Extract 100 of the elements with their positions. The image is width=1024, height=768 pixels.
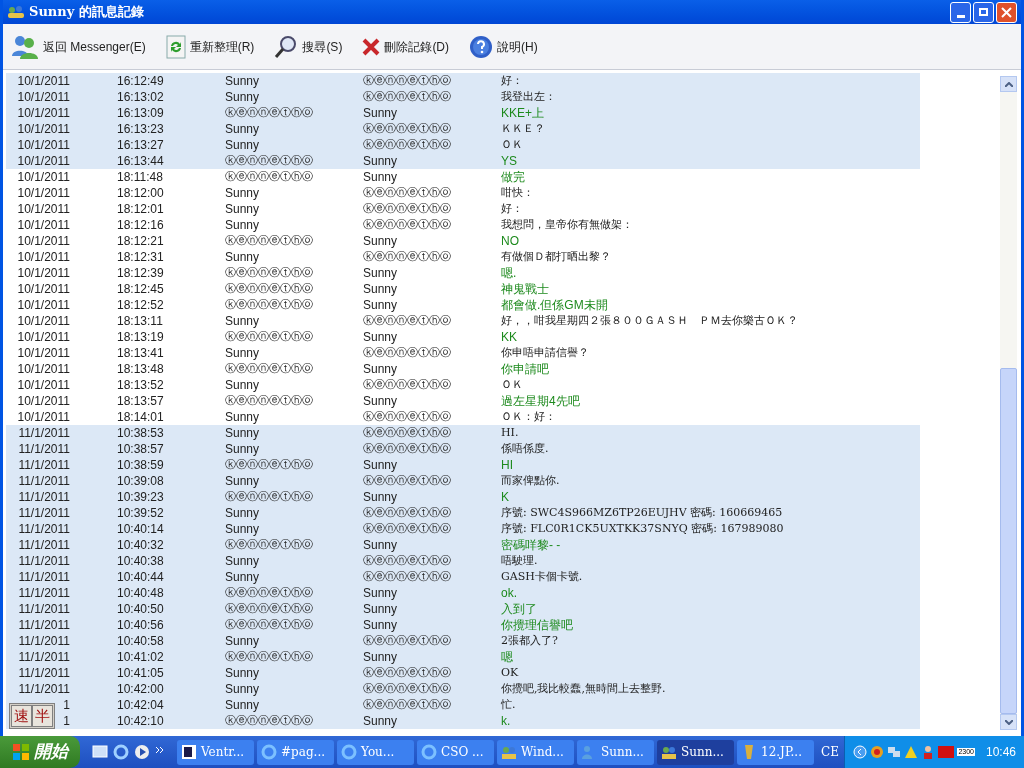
message-text: 我登出左： xyxy=(501,89,556,105)
table-cell-text: Sunny xyxy=(225,409,261,425)
table-cell: 11/1/2011 xyxy=(18,442,70,456)
message-text: 忙. xyxy=(501,697,516,713)
table-cell-text: 18:13:57 xyxy=(117,393,165,409)
table-cell-text: ⓚⓔⓝⓝⓔⓣⓗⓞ xyxy=(363,89,452,105)
desktop-icon[interactable] xyxy=(92,744,108,760)
message-text: YS xyxy=(501,153,517,169)
message-text: ＯＫ xyxy=(501,377,523,393)
table-cell: 10/1/2011 xyxy=(17,330,70,344)
message-text: 過左星期4先吧 xyxy=(501,393,580,409)
message-text: ＯＫ：好： xyxy=(501,409,556,425)
people-icon xyxy=(11,33,39,60)
table-cell: 10/1/2011 xyxy=(17,282,70,296)
table-cell-text: ⓚⓔⓝⓝⓔⓣⓗⓞ xyxy=(363,201,452,217)
minimize-button[interactable] xyxy=(950,1,971,23)
taskbar-button[interactable]: You... xyxy=(337,739,414,765)
table-cell: 10/1/2011 xyxy=(17,362,70,376)
table-cell: 10/1/2011 xyxy=(17,314,70,328)
table-cell-text: ⓚⓔⓝⓝⓔⓣⓗⓞ xyxy=(363,185,452,201)
table-cell-text: 18:13:41 xyxy=(117,345,165,361)
table-cell-text: 10:40:48 xyxy=(117,585,165,601)
toolbar-button[interactable]: 搜尋(S) xyxy=(274,29,343,64)
table-cell: 1 xyxy=(63,714,70,728)
table-cell: 10/1/2011 xyxy=(17,106,70,120)
message-text: 你攪吧,我比較蠢,無時間上去整野. xyxy=(501,681,666,697)
table-cell-text: Sunny xyxy=(225,697,261,713)
scroll-up-button[interactable] xyxy=(1000,76,1017,92)
table-cell-text: Sunny xyxy=(225,473,261,489)
scrollbar[interactable] xyxy=(1000,76,1017,730)
toolbar-button[interactable]: 說明(H) xyxy=(469,29,538,64)
shield-icon[interactable] xyxy=(870,745,885,759)
table-cell-text: Sunny xyxy=(363,153,399,169)
table-cell-text: ⓚⓔⓝⓝⓔⓣⓗⓞ xyxy=(363,441,452,457)
message-text: 序號: SWC4S966MZ6TP26EUJHV 密碼: 160669465 xyxy=(501,505,783,521)
table-cell-text: Sunny xyxy=(225,137,261,153)
close-button[interactable] xyxy=(996,1,1017,23)
table-cell-text: Sunny xyxy=(363,361,399,377)
scroll-thumb[interactable] xyxy=(1000,368,1017,714)
table-cell-text: Sunny xyxy=(363,329,399,345)
table-cell-text: ⓚⓔⓝⓝⓔⓣⓗⓞ xyxy=(225,281,314,297)
table-cell-text: Sunny xyxy=(225,185,261,201)
table-cell-text: 10:40:38 xyxy=(117,553,165,569)
taskbar-button[interactable]: 12.JP... xyxy=(737,739,814,765)
restore-button[interactable] xyxy=(973,1,994,23)
toolbar-button[interactable]: 返回 Messenger(E) xyxy=(11,29,146,64)
message-text: 唔駛理. xyxy=(501,553,538,569)
messenger-icon xyxy=(661,744,677,760)
table-cell-text: 16:13:44 xyxy=(117,153,165,169)
ime-button[interactable]: 半 xyxy=(32,705,53,727)
table-cell-text: ⓚⓔⓝⓝⓔⓣⓗⓞ xyxy=(363,633,452,649)
table-cell: 11/1/2011 xyxy=(18,522,70,536)
table-cell-text: ⓚⓔⓝⓝⓔⓣⓗⓞ xyxy=(225,265,314,281)
browser-icon[interactable] xyxy=(113,744,129,760)
table-cell: 11/1/2011 xyxy=(18,458,70,472)
table-cell-text: 18:12:45 xyxy=(117,281,165,297)
table-cell: 11/1/2011 xyxy=(18,490,70,504)
table-cell-text: ⓚⓔⓝⓝⓔⓣⓗⓞ xyxy=(225,537,314,553)
table-cell-text: 10:41:02 xyxy=(117,649,165,665)
table-cell: 10/1/2011 xyxy=(17,122,70,136)
chevron-icon[interactable] xyxy=(853,745,868,759)
app-icon xyxy=(181,744,197,760)
table-cell-text: 18:12:31 xyxy=(117,249,165,265)
table-cell-text: Sunny xyxy=(225,249,261,265)
taskbar-button[interactable]: #pag... xyxy=(257,739,334,765)
table-cell-text: 10:39:52 xyxy=(117,505,165,521)
table-cell-text: Sunny xyxy=(363,105,399,121)
table-cell-text: Sunny xyxy=(225,505,261,521)
table-cell: 10/1/2011 xyxy=(17,186,70,200)
warning-icon[interactable] xyxy=(904,745,919,759)
table-cell-text: ⓚⓔⓝⓝⓔⓣⓗⓞ xyxy=(225,601,314,617)
network-icon[interactable] xyxy=(887,745,902,759)
message-text: 我想問，皇帝你有無做架： xyxy=(501,217,633,233)
browser-icon xyxy=(261,744,277,760)
taskbar-button[interactable]: Wind... xyxy=(497,739,574,765)
scroll-down-button[interactable] xyxy=(1000,714,1017,730)
table-cell: 10/1/2011 xyxy=(17,138,70,152)
table-cell-text: Sunny xyxy=(225,201,261,217)
language-indicator[interactable]: CE xyxy=(817,743,843,761)
toolbar-button[interactable]: 重新整理(R) xyxy=(165,29,255,64)
table-cell-text: 18:12:00 xyxy=(117,185,165,201)
message-text: 神鬼戰士 xyxy=(501,281,549,297)
message-text: HI. xyxy=(501,425,519,441)
table-cell-text: ⓚⓔⓝⓝⓔⓣⓗⓞ xyxy=(363,681,452,697)
play-icon[interactable] xyxy=(134,744,150,760)
toolbar-button[interactable]: 刪除記錄(D) xyxy=(362,29,450,64)
taskbar-button[interactable]: Sunn... xyxy=(577,739,654,765)
message-text: 都會做.但係GM未開 xyxy=(501,297,608,313)
taskbar-button[interactable]: Ventr... xyxy=(177,739,254,765)
taskbar-button[interactable]: Sunn... xyxy=(657,739,734,765)
table-cell-text: ⓚⓔⓝⓝⓔⓣⓗⓞ xyxy=(363,345,452,361)
start-button[interactable]: 開始 xyxy=(0,736,80,768)
table-cell-text: 18:12:39 xyxy=(117,265,165,281)
taskbar-button[interactable]: CSO ... xyxy=(417,739,494,765)
table-cell-text: 10:42:00 xyxy=(117,681,165,697)
ime-button[interactable]: 速 xyxy=(11,705,32,727)
browser-icon xyxy=(341,744,357,760)
message-text: KK xyxy=(501,329,517,345)
table-cell-text: ⓚⓔⓝⓝⓔⓣⓗⓞ xyxy=(225,489,314,505)
table-cell-text: 18:12:21 xyxy=(117,233,165,249)
